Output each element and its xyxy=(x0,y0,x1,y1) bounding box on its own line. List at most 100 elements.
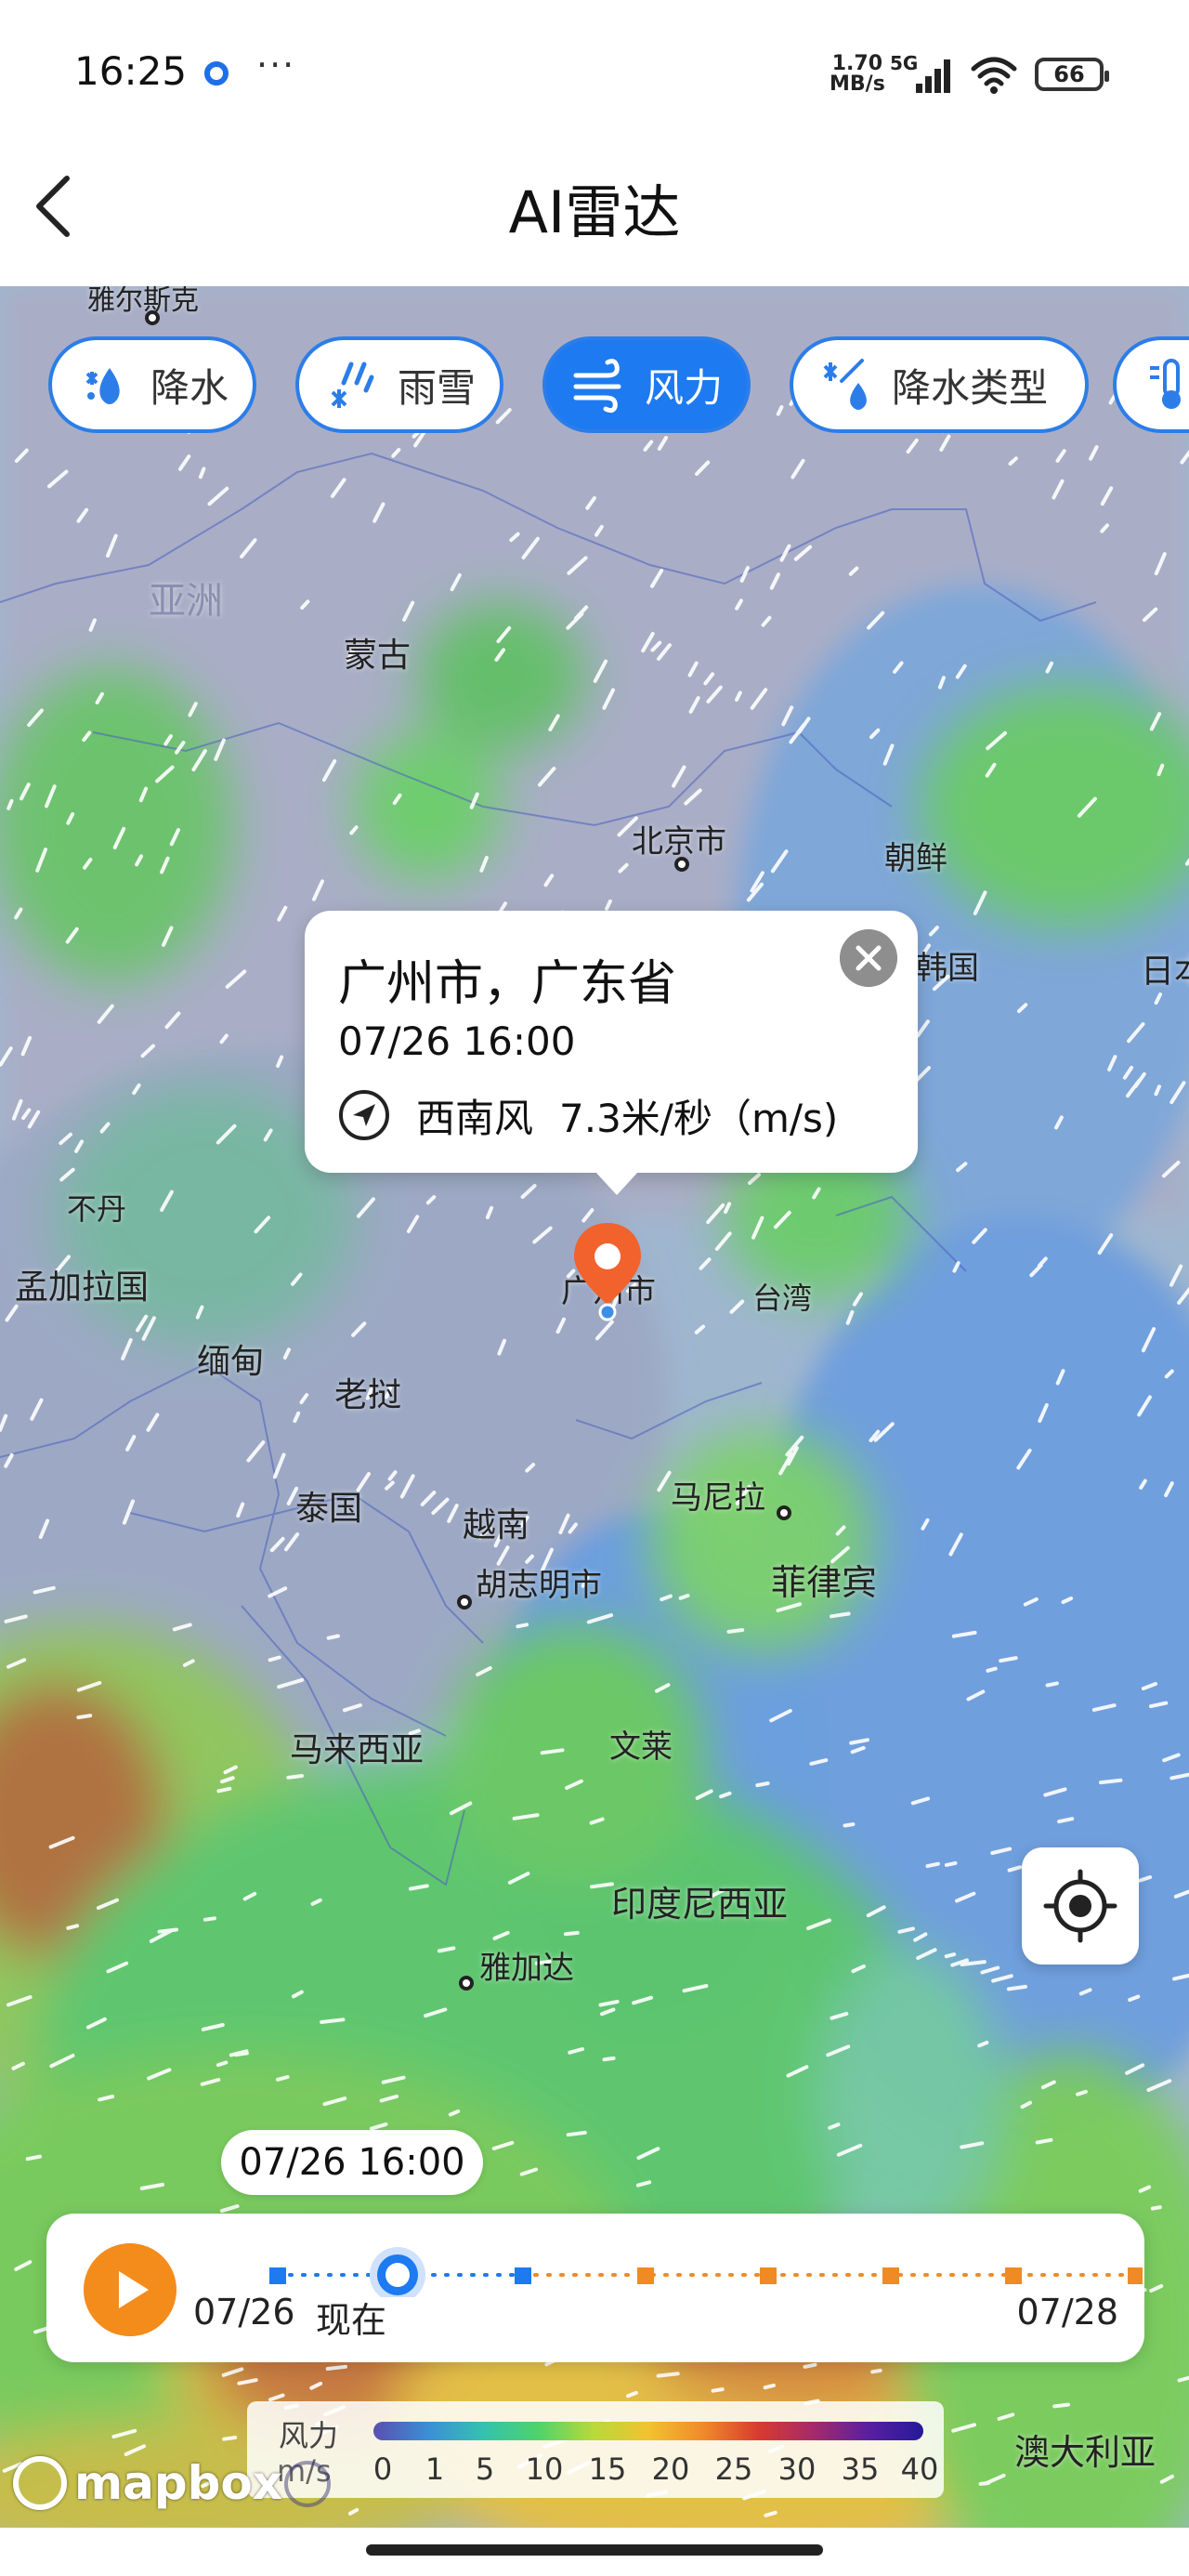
temperature-icon xyxy=(1150,359,1181,409)
wind-streak xyxy=(1052,2402,1070,2409)
timeline-panel: 07/26 现在 07/28 xyxy=(46,2214,1144,2362)
city-marker-hcmc xyxy=(457,1595,472,1610)
legend-tick: 20 xyxy=(651,2451,690,2487)
wind-streak xyxy=(286,1774,304,1780)
map-label-japan: 日本 xyxy=(1141,953,1189,991)
wind-streak xyxy=(656,2372,680,2378)
status-time: 16:25 xyxy=(74,48,188,94)
wind-streak xyxy=(986,1666,998,1673)
timeline-tick[interactable] xyxy=(882,2267,899,2284)
map-label-beijing: 北京市 xyxy=(632,823,726,861)
wind-streak xyxy=(830,1611,851,1619)
battery-indicator: 66 xyxy=(1035,58,1109,91)
legend-tick: 5 xyxy=(475,2451,495,2487)
network-speed-value: 1.70 xyxy=(831,52,883,75)
map-label-jakarta: 雅加达 xyxy=(479,1950,574,1987)
wind-streak xyxy=(516,1623,529,1629)
tab-temperature[interactable] xyxy=(1113,336,1189,433)
popup-time: 07/26 16:00 xyxy=(338,1019,576,1064)
wind-streak xyxy=(276,2075,290,2082)
city-marker-manila xyxy=(777,1505,791,1520)
precipitation-icon xyxy=(85,368,120,404)
map-label-asia: 亚洲 xyxy=(149,580,223,623)
tab-precipitation-type[interactable]: 降水类型 xyxy=(790,336,1089,433)
legend-tick: 35 xyxy=(841,2451,880,2487)
play-button[interactable] xyxy=(84,2243,176,2336)
signal-icon xyxy=(916,59,950,93)
wind-streak xyxy=(1057,1817,1075,1824)
legend-tick: 1 xyxy=(425,2451,445,2487)
map-label-south-korea: 韩国 xyxy=(916,950,979,987)
wind-streak xyxy=(1035,2137,1053,2145)
wind-streak xyxy=(563,1930,580,1937)
wind-streak xyxy=(320,2017,346,2024)
popup-wind-info: 西南风 7.3米/秒（m/s) xyxy=(338,1087,838,1143)
map-label-north-korea: 朝鲜 xyxy=(884,840,947,877)
map-label-brunei: 文莱 xyxy=(609,1728,673,1766)
map-label-australia: 澳大利亚 xyxy=(1014,2432,1156,2473)
tab-precipitation[interactable]: 降水 xyxy=(48,336,256,433)
wind-streak xyxy=(1076,2089,1088,2096)
wind-streak xyxy=(711,2387,725,2393)
map-label-vietnam: 越南 xyxy=(463,1506,530,1544)
map-label-philippines: 菲律宾 xyxy=(771,1562,878,1603)
wind-streak xyxy=(678,1594,690,1600)
timeline-tick[interactable] xyxy=(515,2267,531,2284)
wind-streak xyxy=(978,2480,991,2486)
wind-streak xyxy=(216,1786,232,1794)
mapbox-logo[interactable]: mapbox xyxy=(13,2453,282,2513)
timeline-tick[interactable] xyxy=(760,2267,777,2284)
network-speed-unit: MB/s xyxy=(830,72,885,96)
wind-streak xyxy=(566,2130,587,2137)
wind-legend: 风力 m/s 0 1 5 10 15 20 25 30 35 40 xyxy=(247,2401,944,2498)
timeline-track[interactable] xyxy=(214,2232,1143,2297)
timeline-end-label: 07/28 xyxy=(1016,2292,1118,2333)
city-marker-jakarta xyxy=(459,1976,474,1991)
map-label-malaysia: 马来西亚 xyxy=(290,1731,425,1769)
timeline-tick[interactable] xyxy=(1128,2267,1143,2284)
wind-streak xyxy=(1045,1681,1059,1688)
wind-streak xyxy=(222,2436,238,2441)
wind-streak xyxy=(216,2060,229,2068)
wind-streak xyxy=(803,2362,817,2369)
network-speed: 1.70 MB/s xyxy=(830,54,885,95)
status-bar: 16:25 ··· 1.70 MB/s 5G 66 xyxy=(0,0,1189,149)
wind-streak xyxy=(1150,2205,1162,2211)
wind-streak xyxy=(755,1781,770,1788)
tab-rain-snow[interactable]: 雨雪 xyxy=(295,336,503,433)
map-label-thailand: 泰国 xyxy=(295,1490,363,1528)
legend-title: 风力 xyxy=(279,2418,339,2453)
timeline-tick[interactable] xyxy=(637,2267,654,2284)
wind-streak xyxy=(870,2368,882,2374)
legend-tick: 0 xyxy=(372,2451,393,2487)
layer-tabs: 降水 雨雪 风力 降水类型 xyxy=(48,336,1189,440)
wind-streak xyxy=(1099,1778,1123,1785)
location-popup: 广州市，广东省 07/26 16:00 西南风 7.3米/秒（m/s) xyxy=(305,911,918,1195)
wind-streak xyxy=(726,1628,745,1634)
locate-button[interactable] xyxy=(1022,1847,1139,1965)
tab-wind[interactable]: 风力 xyxy=(542,336,751,433)
current-time-chip: 07/26 16:00 xyxy=(221,2130,483,2195)
timeline-tick[interactable] xyxy=(269,2267,286,2284)
navigation-arrow-icon xyxy=(339,1090,389,1140)
wind-streak xyxy=(203,1916,216,1922)
wind-streak xyxy=(66,1924,80,1930)
location-pin-icon[interactable] xyxy=(568,1219,647,1321)
close-button[interactable] xyxy=(840,929,897,987)
info-icon[interactable] xyxy=(284,2461,331,2507)
precipitation-type-icon xyxy=(823,359,867,410)
popup-wind-direction: 西南风 xyxy=(416,1095,534,1141)
home-indicator[interactable] xyxy=(366,2544,823,2556)
map-label-bangladesh: 孟加拉国 xyxy=(15,1268,150,1307)
more-notifications-icon: ··· xyxy=(256,45,296,85)
timeline-tick[interactable] xyxy=(1005,2267,1022,2284)
timeline-thumb[interactable] xyxy=(370,2247,425,2297)
tab-wind-label: 风力 xyxy=(645,364,724,411)
wind-streak xyxy=(944,1952,957,1959)
tab-precipitation-type-label: 降水类型 xyxy=(892,364,1049,411)
timeline-now-label: 现在 xyxy=(316,2300,387,2341)
legend-color-bar xyxy=(373,2422,923,2440)
wind-streak xyxy=(602,2056,616,2062)
map-label-manila: 马尼拉 xyxy=(671,1479,765,1517)
weather-map[interactable]: 降水 雨雪 风力 降水类型 雅尔斯克 亚洲 蒙古 北京市 朝鲜 韩国 日 不丹 … xyxy=(0,286,1189,2528)
